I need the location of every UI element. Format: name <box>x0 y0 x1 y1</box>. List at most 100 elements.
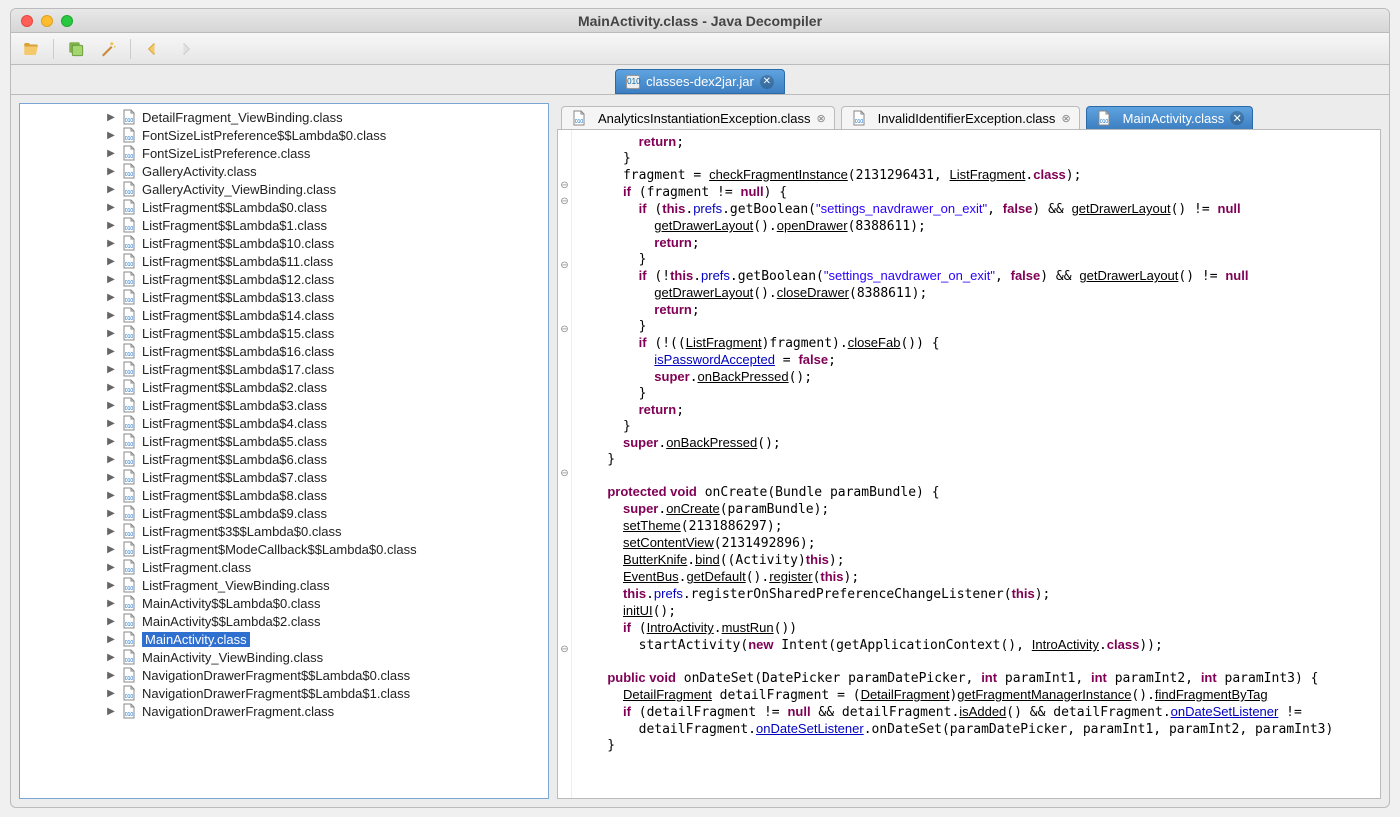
expand-arrow-icon[interactable]: ▶ <box>106 220 116 231</box>
tree-item[interactable]: ▶010ListFragment$$Lambda$1.class <box>20 216 548 234</box>
tree-item[interactable]: ▶010GalleryActivity_ViewBinding.class <box>20 180 548 198</box>
class-file-icon: 010 <box>120 235 138 251</box>
nav-forward-icon[interactable] <box>175 39 195 59</box>
svg-text:010: 010 <box>125 334 134 340</box>
expand-arrow-icon[interactable]: ▶ <box>106 490 116 501</box>
fold-marker[interactable]: ⊖ <box>558 258 571 274</box>
expand-arrow-icon[interactable]: ▶ <box>106 580 116 591</box>
expand-arrow-icon[interactable]: ▶ <box>106 688 116 699</box>
expand-arrow-icon[interactable]: ▶ <box>106 436 116 447</box>
tree-item[interactable]: ▶010ListFragment$$Lambda$3.class <box>20 396 548 414</box>
expand-arrow-icon[interactable]: ▶ <box>106 292 116 303</box>
tree-item[interactable]: ▶010ListFragment$$Lambda$6.class <box>20 450 548 468</box>
file-tree[interactable]: ▶010DetailFragment_ViewBinding.class▶010… <box>19 103 549 799</box>
fold-marker[interactable]: ⊖ <box>558 194 571 210</box>
tree-item[interactable]: ▶010FontSizeListPreference.class <box>20 144 548 162</box>
tree-item[interactable]: ▶010MainActivity$$Lambda$0.class <box>20 594 548 612</box>
tree-item[interactable]: ▶010ListFragment$$Lambda$12.class <box>20 270 548 288</box>
tree-item[interactable]: ▶010ListFragment$$Lambda$0.class <box>20 198 548 216</box>
expand-arrow-icon[interactable]: ▶ <box>106 382 116 393</box>
expand-arrow-icon[interactable]: ▶ <box>106 256 116 267</box>
tree-item-label: ListFragment$3$$Lambda$0.class <box>142 524 341 539</box>
toolbar <box>11 33 1389 65</box>
tree-item[interactable]: ▶010ListFragment_ViewBinding.class <box>20 576 548 594</box>
expand-arrow-icon[interactable]: ▶ <box>106 634 116 645</box>
tree-item[interactable]: ▶010ListFragment$$Lambda$14.class <box>20 306 548 324</box>
expand-arrow-icon[interactable]: ▶ <box>106 184 116 195</box>
tree-item[interactable]: ▶010ListFragment$3$$Lambda$0.class <box>20 522 548 540</box>
close-icon[interactable]: ⊗ <box>816 112 825 125</box>
tree-item[interactable]: ▶010ListFragment$$Lambda$10.class <box>20 234 548 252</box>
fold-column[interactable]: ⊖⊖⊖⊖⊖⊖ <box>558 130 572 798</box>
expand-arrow-icon[interactable]: ▶ <box>106 562 116 573</box>
open-file-icon[interactable] <box>21 39 41 59</box>
editor-tab[interactable]: 010MainActivity.class✕ <box>1086 106 1254 129</box>
wand-icon[interactable] <box>98 39 118 59</box>
tree-item[interactable]: ▶010ListFragment$$Lambda$15.class <box>20 324 548 342</box>
tree-item[interactable]: ▶010MainActivity_ViewBinding.class <box>20 648 548 666</box>
minimize-window-button[interactable] <box>41 15 53 27</box>
fold-marker[interactable]: ⊖ <box>558 642 571 658</box>
code-editor[interactable]: ⊖⊖⊖⊖⊖⊖ return; } fragment = checkFragmen… <box>557 129 1381 799</box>
close-icon[interactable]: ⊗ <box>1061 112 1070 125</box>
expand-arrow-icon[interactable]: ▶ <box>106 202 116 213</box>
expand-arrow-icon[interactable]: ▶ <box>106 274 116 285</box>
nav-back-icon[interactable] <box>143 39 163 59</box>
class-file-icon: 010 <box>120 199 138 215</box>
expand-arrow-icon[interactable]: ▶ <box>106 652 116 663</box>
tree-item[interactable]: ▶010ListFragment$$Lambda$7.class <box>20 468 548 486</box>
expand-arrow-icon[interactable]: ▶ <box>106 310 116 321</box>
expand-arrow-icon[interactable]: ▶ <box>106 454 116 465</box>
tree-item[interactable]: ▶010MainActivity$$Lambda$2.class <box>20 612 548 630</box>
fold-marker[interactable]: ⊖ <box>558 178 571 194</box>
expand-arrow-icon[interactable]: ▶ <box>106 670 116 681</box>
expand-arrow-icon[interactable]: ▶ <box>106 346 116 357</box>
maximize-window-button[interactable] <box>61 15 73 27</box>
tree-item[interactable]: ▶010FontSizeListPreference$$Lambda$0.cla… <box>20 126 548 144</box>
expand-arrow-icon[interactable]: ▶ <box>106 112 116 123</box>
tree-item[interactable]: ▶010ListFragment$$Lambda$4.class <box>20 414 548 432</box>
close-icon[interactable]: ✕ <box>760 75 774 89</box>
tree-item[interactable]: ▶010ListFragment$$Lambda$2.class <box>20 378 548 396</box>
tree-item[interactable]: ▶010GalleryActivity.class <box>20 162 548 180</box>
close-icon[interactable]: ✕ <box>1230 111 1244 125</box>
tree-item[interactable]: ▶010ListFragment.class <box>20 558 548 576</box>
expand-arrow-icon[interactable]: ▶ <box>106 598 116 609</box>
save-all-icon[interactable] <box>66 39 86 59</box>
tree-item[interactable]: ▶010NavigationDrawerFragment.class <box>20 702 548 720</box>
expand-arrow-icon[interactable]: ▶ <box>106 148 116 159</box>
expand-arrow-icon[interactable]: ▶ <box>106 238 116 249</box>
tree-item[interactable]: ▶010ListFragment$$Lambda$5.class <box>20 432 548 450</box>
editor-tab[interactable]: 010AnalyticsInstantiationException.class… <box>561 106 835 129</box>
tree-item[interactable]: ▶010ListFragment$$Lambda$13.class <box>20 288 548 306</box>
tree-item[interactable]: ▶010ListFragment$$Lambda$17.class <box>20 360 548 378</box>
expand-arrow-icon[interactable]: ▶ <box>106 706 116 717</box>
tree-item[interactable]: ▶010ListFragment$$Lambda$16.class <box>20 342 548 360</box>
tree-item[interactable]: ▶010NavigationDrawerFragment$$Lambda$0.c… <box>20 666 548 684</box>
expand-arrow-icon[interactable]: ▶ <box>106 472 116 483</box>
fold-marker <box>558 434 571 450</box>
tree-item[interactable]: ▶010ListFragment$$Lambda$9.class <box>20 504 548 522</box>
expand-arrow-icon[interactable]: ▶ <box>106 166 116 177</box>
expand-arrow-icon[interactable]: ▶ <box>106 364 116 375</box>
expand-arrow-icon[interactable]: ▶ <box>106 508 116 519</box>
expand-arrow-icon[interactable]: ▶ <box>106 328 116 339</box>
tree-item[interactable]: ▶010MainActivity.class <box>20 630 548 648</box>
tree-item[interactable]: ▶010NavigationDrawerFragment$$Lambda$1.c… <box>20 684 548 702</box>
code-content[interactable]: return; } fragment = checkFragmentInstan… <box>572 130 1380 798</box>
tree-item[interactable]: ▶010ListFragment$$Lambda$11.class <box>20 252 548 270</box>
expand-arrow-icon[interactable]: ▶ <box>106 130 116 141</box>
tree-item[interactable]: ▶010DetailFragment_ViewBinding.class <box>20 108 548 126</box>
expand-arrow-icon[interactable]: ▶ <box>106 544 116 555</box>
expand-arrow-icon[interactable]: ▶ <box>106 418 116 429</box>
close-window-button[interactable] <box>21 15 33 27</box>
fold-marker[interactable]: ⊖ <box>558 466 571 482</box>
expand-arrow-icon[interactable]: ▶ <box>106 616 116 627</box>
editor-tab[interactable]: 010InvalidIdentifierException.class⊗ <box>841 106 1080 129</box>
tree-item[interactable]: ▶010ListFragment$ModeCallback$$Lambda$0.… <box>20 540 548 558</box>
jar-tab[interactable]: 010 classes-dex2jar.jar ✕ <box>615 69 785 94</box>
expand-arrow-icon[interactable]: ▶ <box>106 526 116 537</box>
expand-arrow-icon[interactable]: ▶ <box>106 400 116 411</box>
fold-marker[interactable]: ⊖ <box>558 322 571 338</box>
tree-item[interactable]: ▶010ListFragment$$Lambda$8.class <box>20 486 548 504</box>
